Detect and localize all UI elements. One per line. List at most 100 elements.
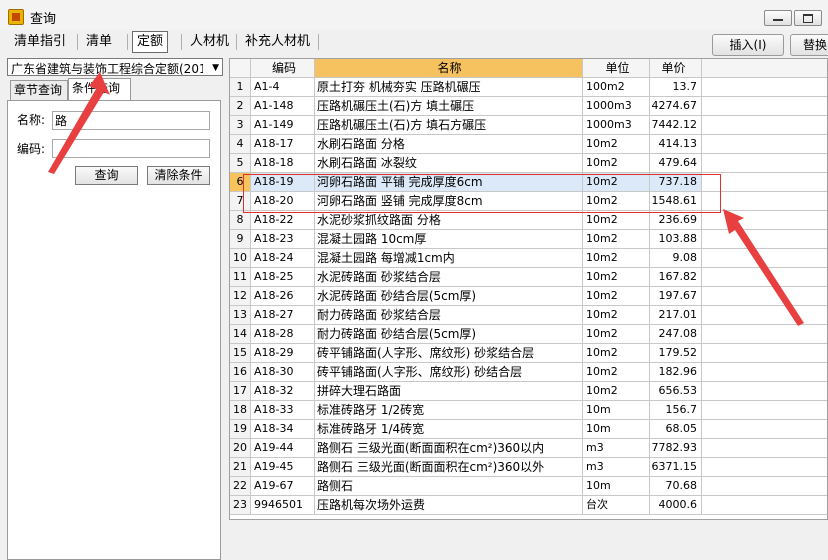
name-input[interactable]	[52, 111, 210, 130]
table-row[interactable]: 17 A18-32 拼碎大理石路面 10m2 656.53	[230, 382, 827, 401]
tab-bill[interactable]: 清单	[82, 32, 116, 52]
code-cell: A19-67	[251, 477, 315, 496]
table-row[interactable]: 16 A18-30 砖平铺路面(人字形、席纹形) 砂结合层 10m2 182.96	[230, 363, 827, 382]
tab-condition-query[interactable]: 条件查询	[68, 78, 131, 101]
tab-chapter-query[interactable]: 章节查询	[10, 80, 68, 100]
code-cell: A18-22	[251, 211, 315, 230]
price-cell: 7442.12	[650, 116, 702, 135]
unit-cell: 1000m3	[583, 97, 650, 116]
table-row[interactable]: 22 A19-67 路侧石 10m 70.68	[230, 477, 827, 496]
clear-conditions-button[interactable]: 清除条件	[147, 166, 210, 185]
code-cell: A1-4	[251, 78, 315, 97]
header-code[interactable]: 编码	[251, 59, 315, 78]
table-row[interactable]: 21 A19-45 路侧石 三级光面(断面面积在cm²)360以外 m3 6371.15	[230, 458, 827, 477]
row-number: 3	[230, 116, 251, 135]
row-filler	[702, 78, 827, 97]
table-row[interactable]: 5 A18-18 水刷石路面 冰裂纹 10m2 479.64	[230, 154, 827, 173]
row-filler	[702, 382, 827, 401]
code-cell: A18-25	[251, 268, 315, 287]
window-title: 查询	[30, 12, 57, 27]
header-name[interactable]: 名称	[315, 59, 583, 78]
code-cell: A1-148	[251, 97, 315, 116]
code-cell: A18-27	[251, 306, 315, 325]
unit-cell: 10m2	[583, 268, 650, 287]
price-cell: 4274.67	[650, 97, 702, 116]
condition-query-panel: 名称: 编码: 查询 清除条件	[7, 100, 221, 560]
header-rownum	[230, 59, 251, 78]
row-filler	[702, 249, 827, 268]
price-cell: 9.08	[650, 249, 702, 268]
table-row[interactable]: 14 A18-28 耐力砖路面 砂结合层(5cm厚) 10m2 247.08	[230, 325, 827, 344]
minimize-button[interactable]	[764, 10, 792, 26]
left-panel: 广东省建筑与装饰工程综合定额(201 ▼ 章节查询 条件查询 名称: 编码: 查…	[0, 56, 226, 560]
replace-button[interactable]: 替换	[790, 34, 828, 56]
table-row[interactable]: 19 A18-34 标准砖路牙 1/4砖宽 10m 68.05	[230, 420, 827, 439]
table-row[interactable]: 18 A18-33 标准砖路牙 1/2砖宽 10m 156.7	[230, 401, 827, 420]
code-cell: A18-18	[251, 154, 315, 173]
maximize-button[interactable]	[794, 10, 822, 26]
price-cell: 7782.93	[650, 439, 702, 458]
table-row[interactable]: 7 A18-20 河卵石路面 竖铺 完成厚度8cm 10m2 1548.61	[230, 192, 827, 211]
code-cell: A18-28	[251, 325, 315, 344]
row-filler	[702, 496, 827, 515]
row-number: 8	[230, 211, 251, 230]
insert-button[interactable]: 插入(I)	[712, 34, 784, 56]
table-row[interactable]: 4 A18-17 水刷石路面 分格 10m2 414.13	[230, 135, 827, 154]
table-row[interactable]: 2 A1-148 压路机碾压土(石)方 填土碾压 1000m3 4274.67	[230, 97, 827, 116]
table-row[interactable]: 3 A1-149 压路机碾压土(石)方 填石方碾压 1000m3 7442.12	[230, 116, 827, 135]
tab-supplement-material[interactable]: 补充人材机	[241, 32, 314, 52]
tab-labor-material[interactable]: 人材机	[186, 32, 233, 52]
code-cell: A18-29	[251, 344, 315, 363]
table-row[interactable]: 11 A18-25 水泥砖路面 砂浆结合层 10m2 167.82	[230, 268, 827, 287]
code-input[interactable]	[52, 139, 210, 158]
name-cell: 水泥砖路面 砂结合层(5cm厚)	[315, 287, 583, 306]
row-filler	[702, 97, 827, 116]
row-number: 2	[230, 97, 251, 116]
row-filler	[702, 439, 827, 458]
name-cell: 压路机碾压土(石)方 填土碾压	[315, 97, 583, 116]
table-row[interactable]: 12 A18-26 水泥砖路面 砂结合层(5cm厚) 10m2 197.67	[230, 287, 827, 306]
table-row[interactable]: 9 A18-23 混凝土园路 10cm厚 10m2 103.88	[230, 230, 827, 249]
price-cell: 197.67	[650, 287, 702, 306]
quota-library-select[interactable]: 广东省建筑与装饰工程综合定额(201 ▼	[7, 58, 223, 76]
name-cell: 路侧石 三级光面(断面面积在cm²)360以内	[315, 439, 583, 458]
row-filler	[702, 154, 827, 173]
query-button[interactable]: 查询	[75, 166, 138, 185]
tab-bill-guide[interactable]: 清单指引	[10, 32, 70, 52]
name-cell: 标准砖路牙 1/4砖宽	[315, 420, 583, 439]
price-cell: 479.64	[650, 154, 702, 173]
name-cell: 水刷石路面 分格	[315, 135, 583, 154]
tab-separator	[77, 34, 78, 50]
table-row[interactable]: 10 A18-24 混凝土园路 每增减1cm内 10m2 9.08	[230, 249, 827, 268]
name-cell: 拼碎大理石路面	[315, 382, 583, 401]
unit-cell: 100m2	[583, 78, 650, 97]
chevron-down-icon[interactable]: ▼	[212, 63, 219, 73]
tab-separator	[236, 34, 237, 50]
table-row[interactable]: 6 A18-19 河卵石路面 平铺 完成厚度6cm 10m2 737.18	[230, 173, 827, 192]
unit-cell: 10m2	[583, 249, 650, 268]
unit-cell: 10m2	[583, 287, 650, 306]
price-cell: 737.18	[650, 173, 702, 192]
price-cell: 236.69	[650, 211, 702, 230]
header-unit[interactable]: 单位	[583, 59, 650, 78]
row-number: 10	[230, 249, 251, 268]
table-row[interactable]: 23 9946501 压路机每次场外运费 台次 4000.6	[230, 496, 827, 515]
code-cell: A18-30	[251, 363, 315, 382]
tab-quota[interactable]: 定额	[132, 31, 169, 53]
price-cell: 68.05	[650, 420, 702, 439]
header-price[interactable]: 单价	[650, 59, 702, 78]
quota-table[interactable]: 编码 名称 单位 单价 1 A1-4 原土打夯 机械夯实 压路机碾压 100m2 13.…	[229, 58, 828, 520]
unit-cell: 10m2	[583, 135, 650, 154]
table-row[interactable]: 20 A19-44 路侧石 三级光面(断面面积在cm²)360以内 m3 7782.93	[230, 439, 827, 458]
table-row[interactable]: 13 A18-27 耐力砖路面 砂浆结合层 10m2 217.01	[230, 306, 827, 325]
price-cell: 167.82	[650, 268, 702, 287]
price-cell: 1548.61	[650, 192, 702, 211]
unit-cell: 10m2	[583, 325, 650, 344]
table-row[interactable]: 8 A18-22 水泥砂浆抓纹路面 分格 10m2 236.69	[230, 211, 827, 230]
table-row[interactable]: 15 A18-29 砖平铺路面(人字形、席纹形) 砂浆结合层 10m2 179.52	[230, 344, 827, 363]
name-cell: 耐力砖路面 砂结合层(5cm厚)	[315, 325, 583, 344]
unit-cell: 10m	[583, 401, 650, 420]
name-cell: 水泥砂浆抓纹路面 分格	[315, 211, 583, 230]
app-icon	[8, 9, 24, 25]
table-row[interactable]: 1 A1-4 原土打夯 机械夯实 压路机碾压 100m2 13.7	[230, 78, 827, 97]
